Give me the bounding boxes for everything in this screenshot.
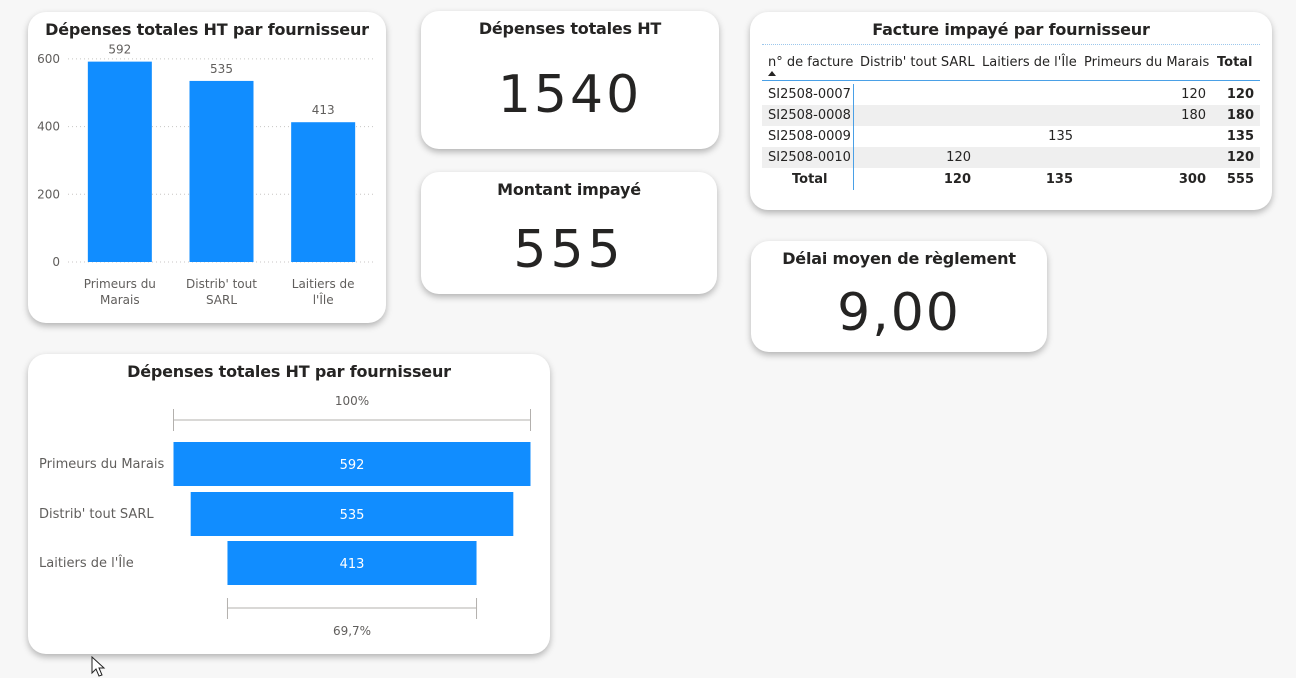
y-tick-label: 0 [52, 255, 60, 269]
table-row[interactable]: SI2508-0008 180 180 [762, 105, 1260, 126]
matrix-header-divider [762, 80, 1260, 81]
x-tick-label: Primeurs du [84, 277, 156, 291]
matrix-top-border [762, 44, 1260, 45]
bar [291, 122, 356, 262]
kpi-delay-value: 9,00 [837, 283, 961, 343]
total-row-label: Total [792, 172, 828, 187]
funnel-category-label: Laitiers de l'Île [39, 555, 134, 571]
funnel-category-label: Distrib' tout SARL [39, 507, 154, 522]
column-chart: 0 200 400 600 592 Primeurs du Marais 535 Distrib… [37, 43, 373, 307]
x-tick-label: Distrib' tout [186, 277, 257, 291]
matrix-total-row: Total 120 135 300 555 [762, 168, 1260, 192]
matrix-total-cell: 135 [1045, 172, 1073, 187]
kpi-delay-card[interactable]: Délai moyen de règlement 9,00 [751, 241, 1047, 352]
top-percent-label: 100% [335, 394, 369, 408]
matrix-total-cell: 120 [943, 172, 971, 187]
matrix-card[interactable]: Facture impayé par fournisseur n° de fac… [750, 12, 1272, 210]
bar-value-label: 592 [108, 43, 131, 57]
bar [189, 80, 254, 262]
table-row[interactable]: SI2508-0009 135 135 [762, 126, 1260, 147]
matrix-header: n° de facture Distrib' tout SARL Laitiers … [762, 52, 1260, 82]
matrix-cell: 135 [1226, 129, 1254, 144]
funnel-value-label: 413 [340, 557, 365, 572]
y-tick-label: 200 [37, 187, 60, 201]
table-row[interactable]: SI2508-0010 120 120 [762, 147, 1260, 168]
kpi-delay-title: Délai moyen de règlement [782, 249, 1016, 268]
matrix-total-cell: 555 [1226, 172, 1254, 187]
kpi-total-value: 1540 [497, 65, 643, 125]
kpi-unpaid-card[interactable]: Montant impayé 555 [421, 172, 717, 294]
funnel-category-label: Primeurs du Marais [39, 457, 164, 472]
invoice-number-cell: SI2508-0009 [768, 129, 851, 144]
bar [87, 61, 152, 262]
matrix-total-cell: 300 [1178, 172, 1206, 187]
matrix-row-header-divider [853, 84, 854, 190]
matrix-cell: 180 [1181, 108, 1206, 123]
invoice-number-cell: SI2508-0010 [768, 150, 851, 165]
table-row[interactable]: SI2508-0007 120 120 [762, 84, 1260, 105]
matrix-cell: 135 [1048, 129, 1073, 144]
kpi-unpaid-value: 555 [513, 220, 625, 280]
invoice-number-cell: SI2508-0008 [768, 108, 851, 123]
invoice-number-cell: SI2508-0007 [768, 87, 851, 102]
x-tick-label: l'Île [313, 292, 334, 307]
kpi-unpaid-title: Montant impayé [497, 180, 641, 199]
bar-value-label: 413 [312, 103, 335, 117]
matrix-column-header[interactable]: Total [1217, 52, 1253, 73]
matrix-column-header[interactable]: n° de facture [768, 52, 853, 73]
x-tick-label: Marais [100, 293, 140, 307]
y-tick-label: 600 [37, 52, 60, 66]
matrix-column-header[interactable]: Laitiers de l'Île [982, 52, 1077, 73]
sort-ascending-icon[interactable] [768, 71, 776, 76]
column-chart-card[interactable]: Dépenses totales HT par fournisseur 0 200… [28, 12, 386, 323]
bar-value-label: 535 [210, 62, 233, 76]
matrix-column-header[interactable]: Primeurs du Marais [1084, 52, 1209, 73]
bottom-percent-label: 69,7% [333, 624, 371, 638]
x-tick-label: SARL [206, 293, 237, 307]
unpaid-matrix: n° de facture Distrib' tout SARL Laitiers … [762, 52, 1260, 192]
matrix-column-header[interactable]: Distrib' tout SARL [860, 52, 975, 73]
matrix-cell: 120 [1181, 87, 1206, 102]
funnel-chart-card[interactable]: Dépenses totales HT par fournisseur 100%… [28, 354, 550, 654]
matrix-cell: 120 [1226, 150, 1254, 165]
matrix-cell: 180 [1226, 108, 1254, 123]
funnel-chart: 100% 592 Primeurs du Marais 535 Distrib' tou… [39, 394, 531, 638]
matrix-cell: 120 [1226, 87, 1254, 102]
funnel-value-label: 592 [340, 458, 365, 473]
matrix-title: Facture impayé par fournisseur [872, 20, 1150, 39]
kpi-total-title: Dépenses totales HT [478, 19, 662, 38]
mouse-cursor-icon [91, 656, 106, 677]
y-tick-label: 400 [37, 120, 60, 134]
kpi-total-card[interactable]: Dépenses totales HT 1540 [421, 11, 719, 149]
funnel-value-label: 535 [340, 508, 365, 523]
matrix-cell: 120 [946, 150, 971, 165]
x-tick-label: Laitiers de [292, 277, 355, 291]
